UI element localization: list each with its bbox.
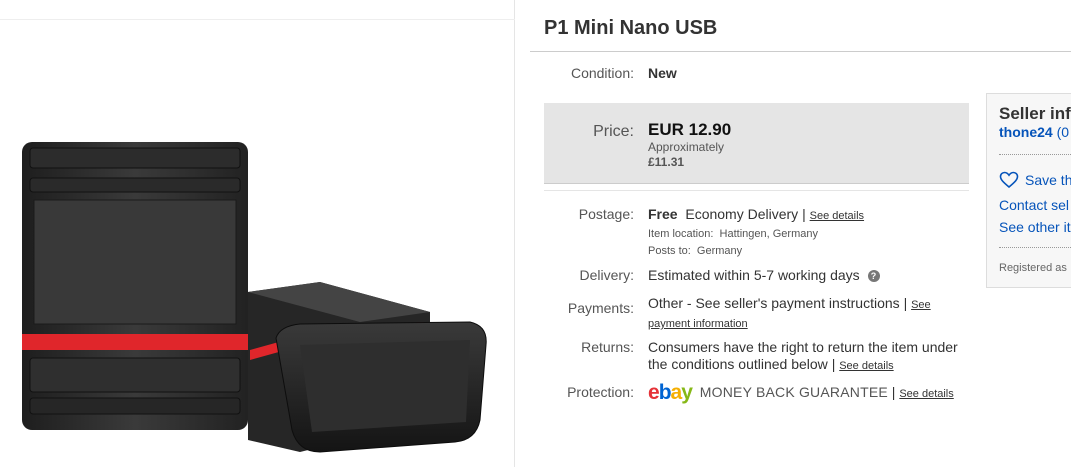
seller-info-card: Seller inf thone24 (0 Save th Contact se… bbox=[986, 93, 1071, 288]
registered-as: Registered as bbox=[999, 262, 1067, 274]
product-image-pane[interactable] bbox=[0, 0, 515, 467]
postage-separator: | bbox=[802, 206, 806, 222]
ebay-logo-b: b bbox=[658, 381, 672, 404]
protection-label: Protection: bbox=[567, 384, 634, 400]
postage-label: Postage: bbox=[578, 206, 634, 222]
usb-stick-standing bbox=[22, 142, 248, 430]
contact-seller-link[interactable]: Contact sel bbox=[999, 197, 1069, 213]
product-image bbox=[22, 142, 487, 453]
posts-to-label: Posts to: bbox=[648, 245, 691, 257]
usb-stick-lying bbox=[248, 282, 487, 453]
returns-text: Consumers have the right to return the i… bbox=[648, 339, 958, 372]
title-divider bbox=[530, 51, 1071, 52]
delivery-value: Estimated within 5-7 working days ? bbox=[648, 267, 970, 284]
price-approx-label: Approximately bbox=[648, 140, 725, 154]
seller-divider-top bbox=[999, 154, 1071, 155]
delivery-estimate: Estimated within 5-7 working days bbox=[648, 267, 860, 283]
postage-value: Free Economy Delivery | See details bbox=[648, 206, 970, 225]
item-location-label: Item location: bbox=[648, 228, 714, 240]
item-location: Item location: Hattingen, Germany bbox=[648, 226, 970, 243]
posts-to-value: Germany bbox=[696, 245, 743, 257]
price-label: Price: bbox=[593, 123, 634, 140]
payments-label: Payments: bbox=[567, 300, 634, 316]
save-seller-label: Save th bbox=[1025, 172, 1071, 188]
price-box: Price: EUR 12.90 Approximately £11.31 bbox=[544, 103, 969, 184]
help-icon[interactable]: ? bbox=[867, 270, 880, 282]
returns-value: Consumers have the right to return the i… bbox=[648, 339, 970, 375]
condition-value: New bbox=[648, 65, 677, 81]
seller-name: thone24 (0 bbox=[999, 124, 1069, 140]
item-title: P1 Mini Nano USB bbox=[544, 17, 718, 39]
save-seller-button[interactable]: Save th bbox=[999, 171, 1071, 189]
price-amount: EUR 12.90 bbox=[648, 120, 732, 139]
ebay-logo-e: e bbox=[648, 381, 660, 404]
seller-feedback[interactable]: (0 bbox=[1057, 124, 1069, 140]
protection-see-details-link[interactable]: See details bbox=[899, 388, 953, 400]
see-other-items-link[interactable]: See other it bbox=[999, 219, 1071, 235]
postage-service: Economy Delivery bbox=[685, 206, 799, 222]
condition-label: Condition: bbox=[570, 65, 634, 81]
heart-icon bbox=[999, 171, 1019, 189]
postage-cost: Free bbox=[648, 206, 678, 222]
payments-text: Other - See seller's payment instruction… bbox=[648, 295, 900, 311]
postage-see-details-link[interactable]: See details bbox=[810, 210, 864, 222]
payments-value: Other - See seller's payment instruction… bbox=[648, 295, 970, 333]
returns-separator: | bbox=[831, 356, 836, 372]
money-back-guarantee: MONEY BACK GUARANTEE bbox=[699, 384, 888, 400]
payments-separator: | bbox=[903, 295, 908, 311]
returns-see-details-link[interactable]: See details bbox=[839, 360, 893, 372]
seller-info-title: Seller inf bbox=[999, 104, 1071, 123]
item-location-value: Hattingen, Germany bbox=[719, 228, 818, 240]
seller-name-link[interactable]: thone24 bbox=[999, 124, 1053, 140]
returns-label: Returns: bbox=[581, 339, 634, 355]
protection-value: ebay MONEY BACK GUARANTEE | See details bbox=[648, 381, 970, 404]
delivery-label: Delivery: bbox=[579, 267, 634, 283]
price-converted: £11.31 bbox=[648, 155, 685, 169]
price-divider bbox=[544, 190, 969, 191]
ebay-logo: ebay bbox=[648, 381, 693, 404]
posts-to: Posts to: Germany bbox=[648, 243, 970, 260]
ebay-logo-a: a bbox=[670, 381, 683, 404]
protection-separator: | bbox=[891, 384, 896, 400]
ebay-logo-y: y bbox=[681, 381, 693, 404]
seller-divider-bottom bbox=[999, 247, 1071, 248]
